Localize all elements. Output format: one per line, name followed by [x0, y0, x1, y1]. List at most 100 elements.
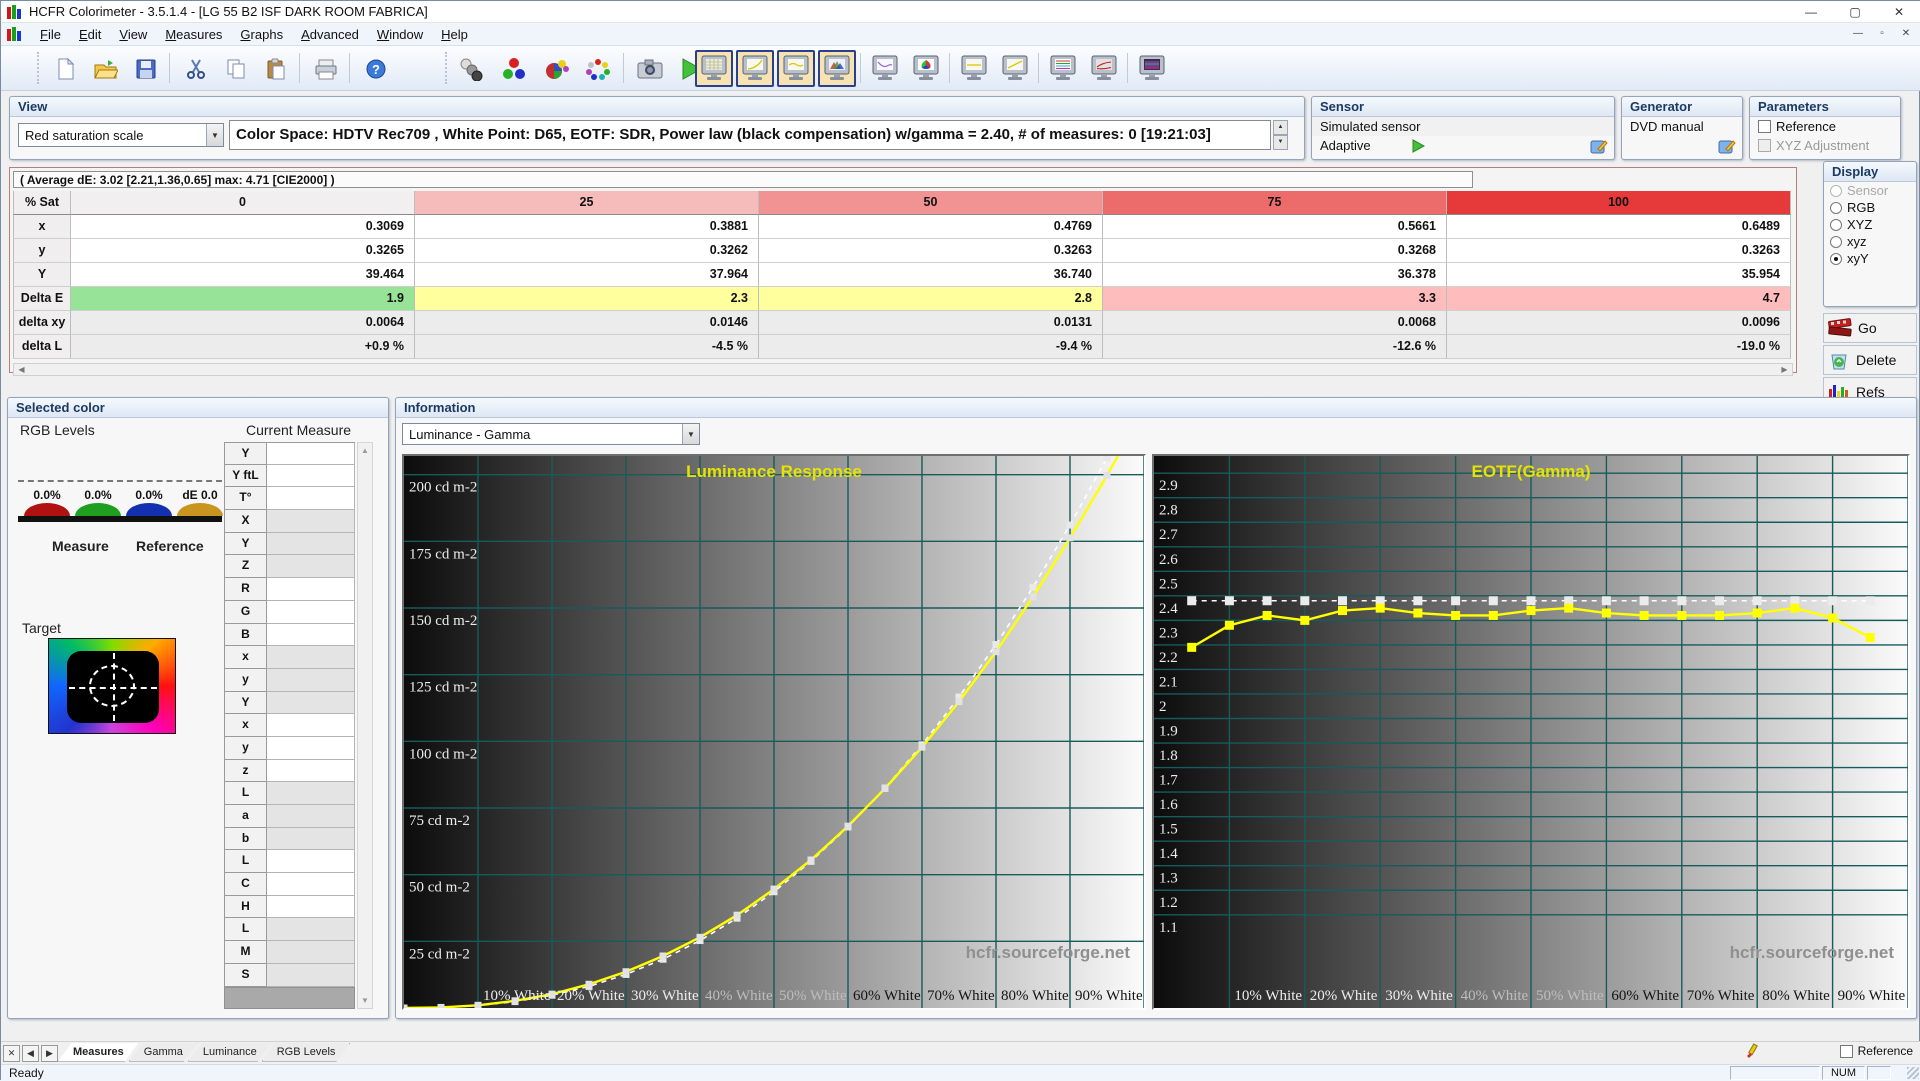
measure-row-value[interactable]	[267, 714, 355, 737]
sensor-configure-icon[interactable]	[1590, 139, 1608, 155]
play-icon[interactable]	[1411, 138, 1425, 153]
table-cell[interactable]: -19.0 %	[1447, 335, 1791, 359]
measure-row-value[interactable]	[267, 532, 355, 556]
table-cell[interactable]: 0.3262	[415, 239, 759, 263]
measure-row-value[interactable]	[267, 873, 355, 896]
information-view-select[interactable]: Luminance - Gamma ▼	[402, 423, 700, 445]
table-cell[interactable]: 35.954	[1447, 263, 1791, 287]
table-cell[interactable]: 0.3881	[415, 215, 759, 239]
tab-close-button[interactable]: ✕	[3, 1044, 20, 1062]
print-button[interactable]	[307, 50, 345, 87]
minimize-button[interactable]: —	[1789, 1, 1833, 23]
menu-measures[interactable]: Measures	[156, 24, 231, 45]
scroll-down-icon[interactable]: ▼	[358, 993, 372, 1008]
display-option-xyY[interactable]: xyY	[1824, 250, 1916, 267]
spinner-down-icon[interactable]: ▼	[1273, 135, 1288, 150]
pen-icon[interactable]	[1744, 1043, 1760, 1059]
tab-gamma[interactable]: Gamma	[129, 1043, 198, 1062]
view-measures-grid-button[interactable]	[695, 50, 733, 87]
table-cell[interactable]: -4.5 %	[415, 335, 759, 359]
measure-row-value[interactable]	[267, 827, 355, 851]
display-option-XYZ[interactable]: XYZ	[1824, 216, 1916, 233]
table-cell[interactable]: 0.0146	[415, 311, 759, 335]
measure-row-value[interactable]	[267, 487, 355, 511]
measure-row-value[interactable]	[267, 691, 355, 715]
table-cell[interactable]: 37.964	[415, 263, 759, 287]
table-cell[interactable]: 0.5661	[1103, 215, 1447, 239]
scroll-up-icon[interactable]: ▲	[358, 443, 372, 458]
measure-row-value[interactable]	[267, 895, 355, 919]
close-button[interactable]: ✕	[1877, 1, 1920, 23]
measure-row-value[interactable]	[267, 623, 355, 647]
table-cell[interactable]: 36.378	[1103, 263, 1447, 287]
measure-row-value[interactable]	[267, 668, 355, 692]
view-saturation-luminance-button[interactable]	[1085, 50, 1123, 87]
table-cell[interactable]: 1.9	[71, 287, 415, 311]
table-cell[interactable]: 4.7	[1447, 287, 1791, 311]
mdi-restore-button[interactable]: ▫	[1873, 25, 1891, 41]
table-cell[interactable]: 0.3263	[759, 239, 1103, 263]
table-cell[interactable]: 39.464	[71, 263, 415, 287]
measure-row-value[interactable]	[267, 782, 355, 805]
measure-row-value[interactable]	[267, 646, 355, 669]
table-cell[interactable]: 36.740	[759, 263, 1103, 287]
column-header-25[interactable]: 25	[415, 191, 759, 215]
radio-icon[interactable]	[1830, 218, 1842, 231]
view-rgb-levels-button[interactable]	[955, 50, 993, 87]
menu-view[interactable]: View	[110, 24, 156, 45]
measure-row-value[interactable]	[267, 963, 355, 987]
column-header-0[interactable]: 0	[71, 191, 415, 215]
tab-luminance[interactable]: Luminance	[188, 1043, 272, 1062]
param-reference-checkbox-row[interactable]: Reference	[1750, 117, 1900, 136]
table-cell[interactable]: 2.8	[759, 287, 1103, 311]
snapshot-button[interactable]	[631, 50, 669, 87]
measure-row-value[interactable]	[267, 759, 355, 783]
table-hscrollbar[interactable]: ◀ ▶	[13, 363, 1793, 376]
open-button[interactable]	[87, 50, 125, 87]
table-cell[interactable]: 0.0096	[1447, 311, 1791, 335]
cut-button[interactable]	[177, 50, 215, 87]
column-header-100[interactable]: 100	[1447, 191, 1791, 215]
view-color-temperature-button[interactable]	[1044, 50, 1082, 87]
mdi-close-button[interactable]: ✕	[1897, 25, 1915, 41]
menu-advanced[interactable]: Advanced	[292, 24, 368, 45]
view-info-spinner[interactable]: ▲ ▼	[1273, 120, 1288, 150]
display-option-RGB[interactable]: RGB	[1824, 199, 1916, 216]
radio-icon[interactable]	[1830, 201, 1842, 214]
table-cell[interactable]: 3.3	[1103, 287, 1447, 311]
view-free-measures-button[interactable]	[1133, 50, 1171, 87]
measure-row-value[interactable]	[267, 918, 355, 942]
table-cell[interactable]: 0.4769	[759, 215, 1103, 239]
table-cell[interactable]: 0.3268	[1103, 239, 1447, 263]
table-cell[interactable]: 0.0064	[71, 311, 415, 335]
go-button[interactable]: Go	[1823, 313, 1917, 343]
reference-checkbox[interactable]	[1839, 1044, 1853, 1058]
view-nearblack-curve-button[interactable]	[866, 50, 904, 87]
mdi-minimize-button[interactable]: —	[1849, 25, 1867, 41]
measure-row-value[interactable]	[267, 736, 355, 760]
table-cell[interactable]: 0.6489	[1447, 215, 1791, 239]
measure-row-value[interactable]	[267, 941, 355, 964]
view-luminance-log-button[interactable]	[996, 50, 1034, 87]
measure-row-value[interactable]	[267, 442, 355, 465]
tab-measures[interactable]: Measures	[58, 1043, 139, 1062]
new-button[interactable]	[47, 50, 85, 87]
paste-button[interactable]	[257, 50, 295, 87]
delete-button[interactable]: Delete	[1823, 345, 1917, 375]
measure-row-value[interactable]	[267, 510, 355, 533]
current-measure-scrollbar[interactable]: ▲ ▼	[357, 442, 373, 1009]
view-gamma-curve-button[interactable]	[777, 50, 815, 87]
measure-row-value[interactable]	[267, 555, 355, 579]
tab-rgb-levels[interactable]: RGB Levels	[262, 1043, 351, 1062]
reference-checkbox-row[interactable]: Reference	[1839, 1044, 1913, 1058]
menu-graphs[interactable]: Graphs	[231, 24, 292, 45]
tab-next-button[interactable]: ▶	[41, 1044, 58, 1062]
table-cell[interactable]: -12.6 %	[1103, 335, 1447, 359]
table-cell[interactable]: 0.3069	[71, 215, 415, 239]
checkbox[interactable]	[1758, 120, 1771, 133]
measure-row-value[interactable]	[267, 805, 355, 828]
display-option-xyz[interactable]: xyz	[1824, 233, 1916, 250]
scroll-left-icon[interactable]: ◀	[14, 364, 29, 375]
view-cie-diagram-button[interactable]	[907, 50, 945, 87]
grayscale-measure-button[interactable]	[453, 50, 491, 87]
